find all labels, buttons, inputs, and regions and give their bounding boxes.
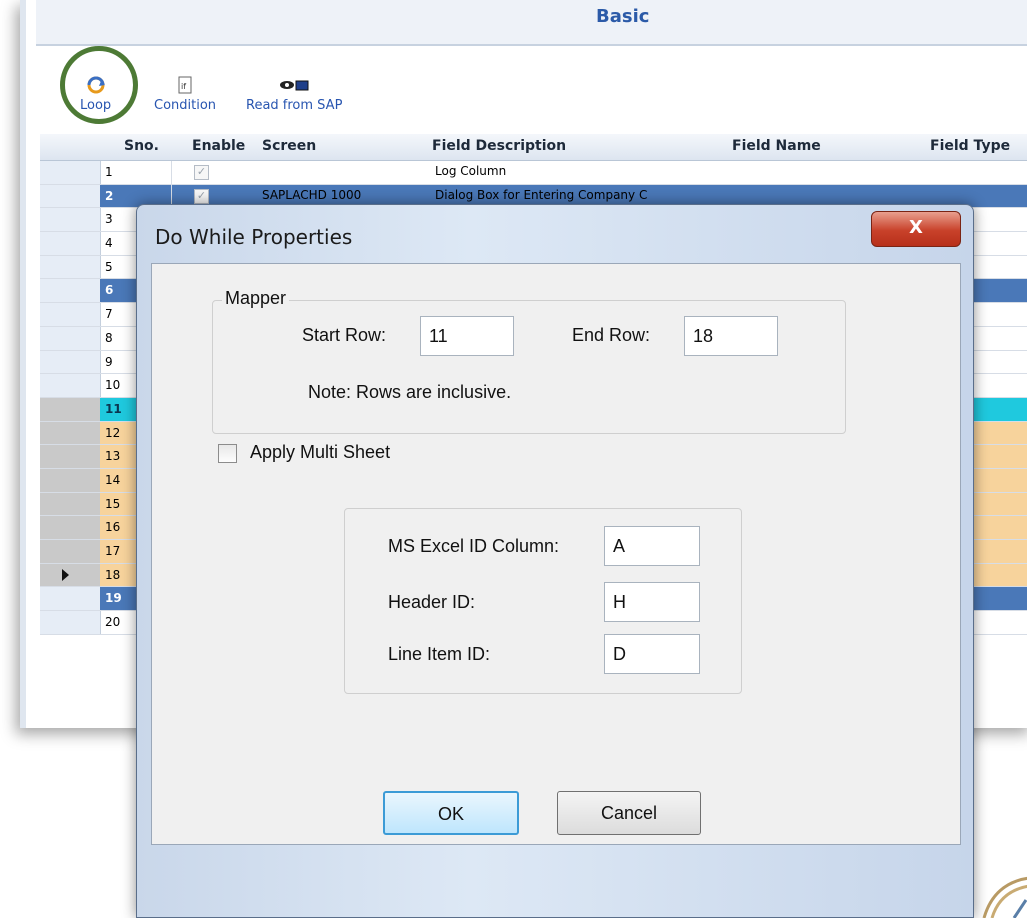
mapper-group-label: Mapper [222,288,290,309]
close-icon: X [909,217,923,238]
line-item-id-input[interactable] [604,634,700,674]
corner-decoration-icon [982,876,1027,918]
row-selector[interactable] [40,563,101,587]
row-selector[interactable] [40,611,101,634]
svg-text:if: if [181,82,186,91]
col-field-description[interactable]: Field Description [432,138,566,154]
close-button[interactable]: X [871,211,961,247]
row-selector[interactable] [40,421,101,445]
col-sno[interactable]: Sno. [124,138,159,154]
row-selector[interactable] [40,184,101,208]
dialog-body: Mapper Start Row: End Row: Note: Rows ar… [151,263,961,845]
app-titlebar: Basic [36,0,1027,46]
row-selector[interactable] [40,161,101,184]
loop-highlight-circle [60,46,138,124]
col-screen[interactable]: Screen [262,138,316,154]
app-title: Basic [596,6,650,27]
col-enable[interactable]: Enable [192,138,245,154]
row-selector[interactable] [40,232,101,255]
read-sap-icon [280,80,309,91]
row-cells [172,161,1027,184]
condition-label: Condition [154,98,217,113]
cell-sno: 1 [100,161,172,184]
cell-field-description: Log Column [435,164,507,178]
current-row-pointer-icon [62,568,69,581]
dialog-title: Do While Properties [155,225,353,249]
row-selector[interactable] [40,397,101,421]
do-while-properties-dialog: Do While Properties X Mapper Start Row: … [136,204,974,918]
condition-icon: if [178,76,192,94]
row-selector[interactable] [40,255,101,279]
col-field-name[interactable]: Field Name [732,138,821,154]
enable-checkbox[interactable]: ✓ [194,165,209,180]
row-selector[interactable] [40,350,101,374]
end-row-input[interactable] [684,316,778,356]
cell-field-description: Dialog Box for Entering Company C [435,187,648,202]
row-selector[interactable] [40,516,101,539]
grid-header: Sno. Enable Screen Field Description Fie… [40,134,1027,161]
excel-id-column-input[interactable] [604,526,700,566]
rows-inclusive-note: Note: Rows are inclusive. [308,382,512,402]
end-row-label: End Row: [572,325,651,345]
apply-multi-sheet-label[interactable]: Apply Multi Sheet [250,442,390,463]
ok-button[interactable]: OK [383,791,519,835]
row-selector[interactable] [40,303,101,326]
excel-id-column-label: MS Excel ID Column: [388,536,560,556]
cancel-button[interactable]: Cancel [557,791,701,835]
row-selector[interactable] [40,445,101,468]
row-selector[interactable] [40,326,101,350]
row-selector[interactable] [40,208,101,232]
start-row-input[interactable] [420,316,514,356]
start-row-label: Start Row: [302,325,387,345]
enable-checkbox[interactable]: ✓ [194,188,209,204]
line-item-id-label: Line Item ID: [388,644,491,664]
row-selector[interactable] [40,279,101,303]
row-selector[interactable] [40,540,101,563]
apply-multi-sheet-checkbox[interactable] [218,444,237,463]
row-selector[interactable] [40,587,101,611]
read-sap-label: Read from SAP [246,98,343,113]
header-id-label: Header ID: [388,592,476,612]
read-from-sap-button[interactable]: Read from SAP [246,76,342,113]
cell-screen: SAPLACHD 1000 [262,187,362,202]
toolbar: Loop if Condition Read from SAP [36,46,1027,132]
condition-button[interactable]: if Condition [154,76,216,113]
row-selector[interactable] [40,374,101,397]
header-id-input[interactable] [604,582,700,622]
row-selector[interactable] [40,492,101,516]
col-field-type[interactable]: Field Type [930,138,1010,154]
row-selector[interactable] [40,468,101,492]
table-row[interactable]: 1 ✓ Log Column [40,161,1027,185]
